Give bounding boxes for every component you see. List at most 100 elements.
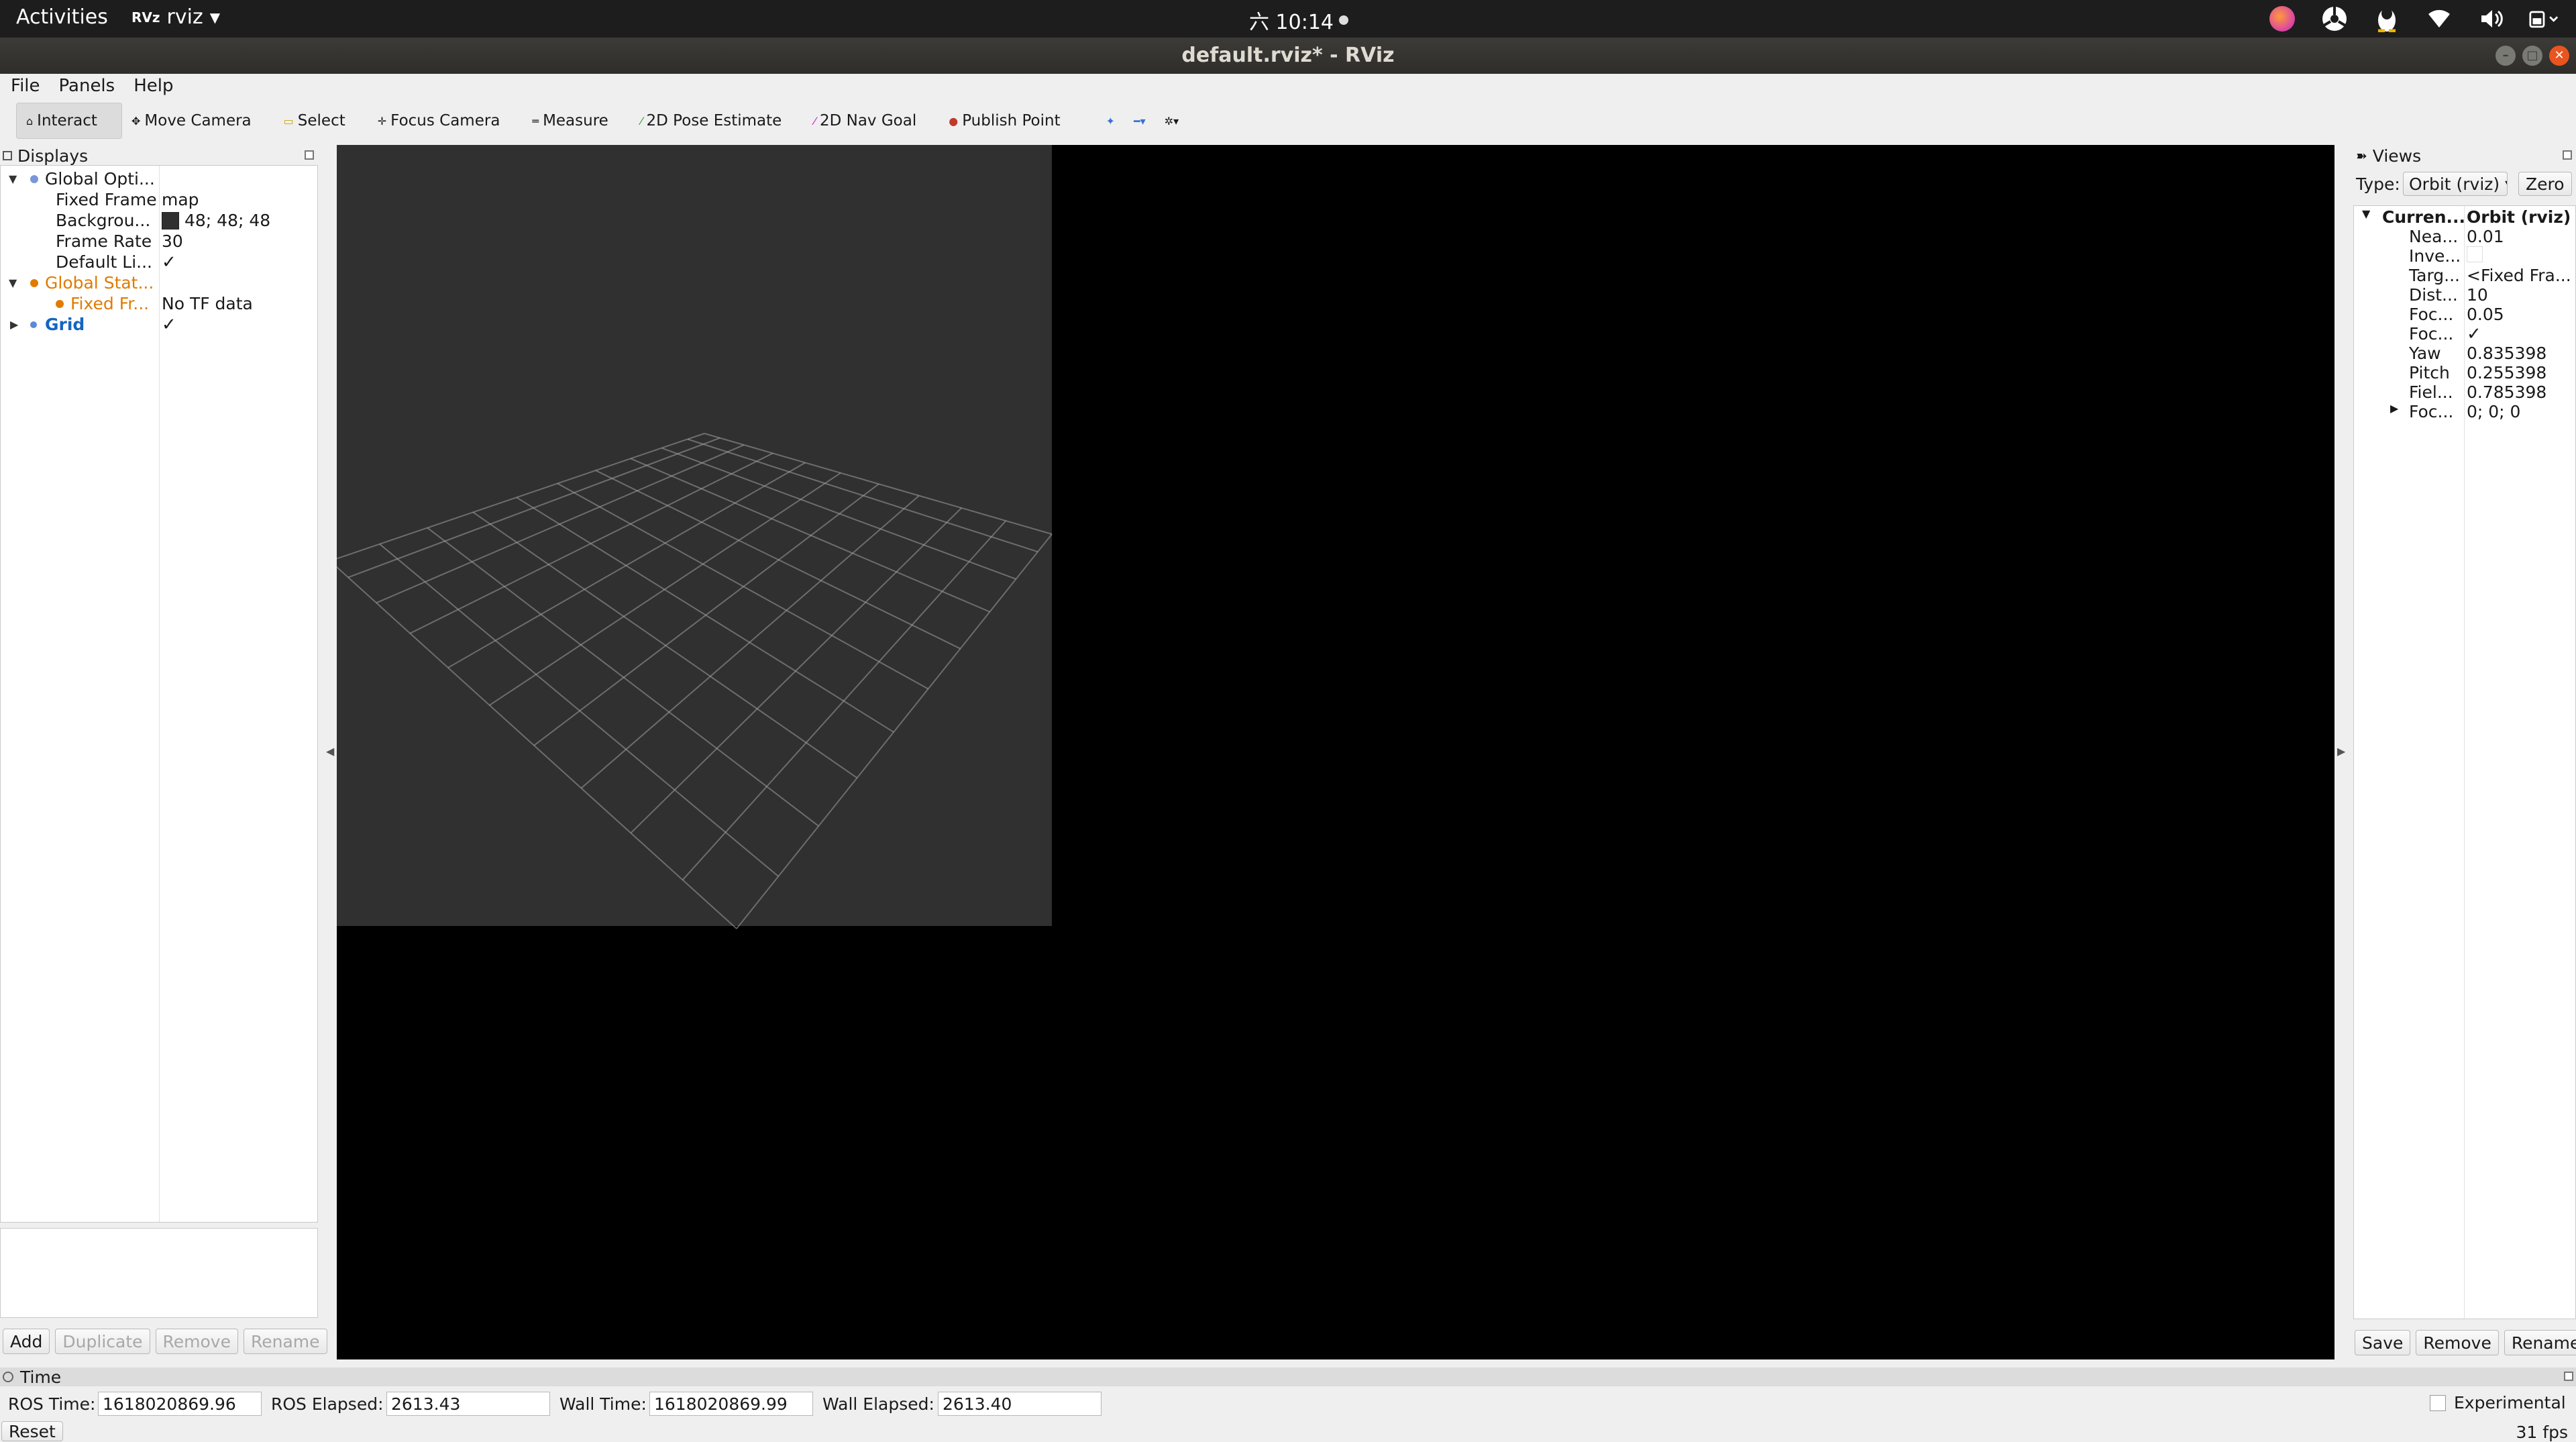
reset-button[interactable]: Reset (1, 1421, 63, 1441)
wifi-icon[interactable] (2424, 4, 2454, 34)
rename-display-button[interactable]: Rename (243, 1329, 327, 1354)
view-row-focal-shape-size[interactable]: Foc... 0.05 (2354, 305, 2575, 324)
close-button[interactable]: ✕ (2549, 46, 2569, 66)
view-row-near-clip[interactable]: Nea... 0.01 (2354, 227, 2575, 246)
activities-button[interactable]: Activities (16, 5, 108, 29)
tree-row-global-status[interactable]: ▼ Global Stat... (1, 272, 317, 293)
wall-time-field[interactable]: 1618020869.99 (649, 1392, 813, 1416)
menu-file[interactable]: File (11, 76, 40, 96)
view-row-value[interactable]: 10 (2467, 285, 2488, 305)
tool-measure[interactable]: ═ Measure (523, 103, 617, 139)
view-row-target-frame[interactable]: Targ... <Fixed Fra... (2354, 266, 2575, 285)
minimize-button[interactable]: – (2496, 46, 2516, 66)
tree-row-fixed-frame[interactable]: Fixed Frame map (1, 189, 317, 210)
tree-row-name: Fixed Frame (56, 190, 157, 209)
view-row-value[interactable]: 0.785398 (2467, 382, 2546, 402)
rename-view-button[interactable]: Rename (2504, 1330, 2576, 1355)
tool-2d-pose-estimate[interactable]: ⁄ 2D Pose Estimate (631, 103, 791, 139)
experimental-toggle[interactable]: Experimental (2430, 1393, 2566, 1412)
menu-panels[interactable]: Panels (59, 76, 115, 96)
collapse-right-arrow-icon[interactable]: ▶ (2337, 745, 2345, 758)
clock[interactable]: 六 10:14 (1249, 5, 1348, 35)
tool-interact-label: Interact (37, 112, 97, 130)
tree-row-value[interactable]: 30 (162, 231, 183, 251)
default-light-checkbox[interactable]: ✓ (162, 252, 176, 272)
experimental-checkbox[interactable] (2430, 1394, 2446, 1411)
tree-row-grid[interactable]: ▶ Grid ✓ (1, 314, 317, 335)
wall-elapsed-field[interactable]: 2613.40 (938, 1392, 1102, 1416)
tool-2d-nav-goal[interactable]: ⁄ 2D Nav Goal (804, 103, 926, 139)
tool-publish-point[interactable]: ● Publish Point (939, 103, 1069, 139)
expand-arrow-icon[interactable]: ▶ (2390, 402, 2398, 415)
tool-interact[interactable]: ⌂ Interact (16, 103, 122, 139)
remove-view-button[interactable]: Remove (2416, 1330, 2499, 1355)
collapse-arrow-icon: ▼ (9, 276, 17, 289)
render-viewport[interactable] (337, 145, 2334, 1359)
tool-focus-camera[interactable]: ✛ Focus Camera (368, 103, 510, 139)
view-row-current[interactable]: ▼ Curren... Orbit (rviz) (2354, 207, 2575, 227)
window-title-bar[interactable]: default.rviz* - RViz – □ ✕ (0, 38, 2576, 74)
view-row-pitch[interactable]: Pitch 0.255398 (2354, 363, 2575, 382)
tree-row-background[interactable]: Backgrou... 48; 48; 48 (1, 210, 317, 231)
tree-row-fixed-frame-status[interactable]: Fixed Fr... No TF data (1, 293, 317, 314)
displays-tree[interactable]: ▼ Global Opti... Fixed Frame map Backgro… (0, 165, 318, 1223)
tool-select[interactable]: ▭ Select (274, 103, 355, 139)
menu-help[interactable]: Help (133, 76, 173, 96)
focus-camera-icon: ✛ (377, 114, 387, 127)
view-row-value[interactable]: 0; 0; 0 (2467, 402, 2520, 421)
zero-button[interactable]: Zero (2518, 172, 2572, 196)
tree-row-value[interactable]: map (162, 190, 199, 209)
expand-arrow-icon[interactable]: ▶ (10, 318, 18, 331)
view-row-focal-shape-fixed[interactable]: Foc... ✓ (2354, 324, 2575, 344)
volume-icon[interactable] (2477, 4, 2506, 34)
chevron-down-icon: ▼ (2505, 178, 2507, 191)
add-display-button[interactable]: Add (3, 1329, 50, 1354)
tree-row-frame-rate[interactable]: Frame Rate 30 (1, 231, 317, 252)
app-menu[interactable]: RVz rviz ▼ (131, 5, 220, 29)
chevron-down-icon: ▼ (209, 9, 221, 25)
tree-row-name: Global Opti... (45, 169, 155, 189)
save-view-button[interactable]: Save (2355, 1330, 2411, 1355)
view-type-select[interactable]: Orbit (rviz) ▼ (2403, 172, 2508, 196)
focal-shape-fixed-checkbox[interactable]: ✓ (2467, 324, 2481, 344)
view-row-value[interactable]: 0.05 (2467, 305, 2504, 324)
view-row-field-of-view[interactable]: Fiel... 0.785398 (2354, 382, 2575, 402)
ros-elapsed-field[interactable]: 2613.43 (386, 1392, 550, 1416)
tool-focus-camera-label: Focus Camera (390, 112, 500, 130)
tree-row-value: No TF data (162, 294, 253, 313)
color-swatch[interactable] (162, 211, 179, 229)
remove-tool-button[interactable]: ━▾ (1124, 103, 1155, 139)
map-pin-icon: ● (949, 114, 959, 127)
view-row-value[interactable]: 0.835398 (2467, 344, 2546, 363)
ros-time-field[interactable]: 1618020869.96 (98, 1392, 262, 1416)
views-tree[interactable]: ▼ Curren... Orbit (rviz) Nea... 0.01 Inv… (2353, 205, 2576, 1319)
view-row-value[interactable]: 0.01 (2467, 227, 2504, 246)
grid-enabled-checkbox[interactable]: ✓ (162, 315, 176, 335)
view-row-value[interactable]: 0.255398 (2467, 363, 2546, 382)
battery-icon[interactable] (2529, 4, 2559, 34)
view-row-invert-z[interactable]: Inve... (2354, 246, 2575, 266)
view-row-focal-point[interactable]: ▶ Foc... 0; 0; 0 (2354, 402, 2575, 421)
tool-move-camera[interactable]: ✥ Move Camera (122, 103, 261, 139)
tree-row-value[interactable]: 48; 48; 48 (162, 211, 270, 230)
collapse-left-arrow-icon[interactable]: ◀ (326, 745, 334, 758)
view-row-yaw[interactable]: Yaw 0.835398 (2354, 344, 2575, 363)
view-row-distance[interactable]: Dist... 10 (2354, 285, 2575, 305)
firefox-like-app-icon[interactable] (2267, 4, 2297, 34)
float-panel-button[interactable] (2563, 150, 2572, 160)
penguin-icon[interactable] (2372, 4, 2402, 34)
tree-row-default-light[interactable]: Default Li... ✓ (1, 252, 317, 272)
float-panel-button[interactable] (2564, 1372, 2573, 1381)
displays-button-row: Add Duplicate Remove Rename (3, 1329, 327, 1354)
view-row-value[interactable]: <Fixed Fra... (2467, 266, 2571, 285)
tool-properties-button[interactable]: ✲▾ (1155, 103, 1188, 139)
hub-icon[interactable] (2320, 4, 2349, 34)
tree-row-global-options[interactable]: ▼ Global Opti... (1, 168, 317, 189)
remove-display-button[interactable]: Remove (155, 1329, 238, 1354)
duplicate-display-button[interactable]: Duplicate (55, 1329, 150, 1354)
maximize-button[interactable]: □ (2522, 46, 2542, 66)
float-panel-button[interactable] (305, 150, 314, 160)
view-row-name: Nea... (2409, 227, 2459, 246)
invert-z-checkbox[interactable] (2467, 246, 2483, 266)
add-tool-button[interactable]: ✦ (1097, 103, 1124, 139)
